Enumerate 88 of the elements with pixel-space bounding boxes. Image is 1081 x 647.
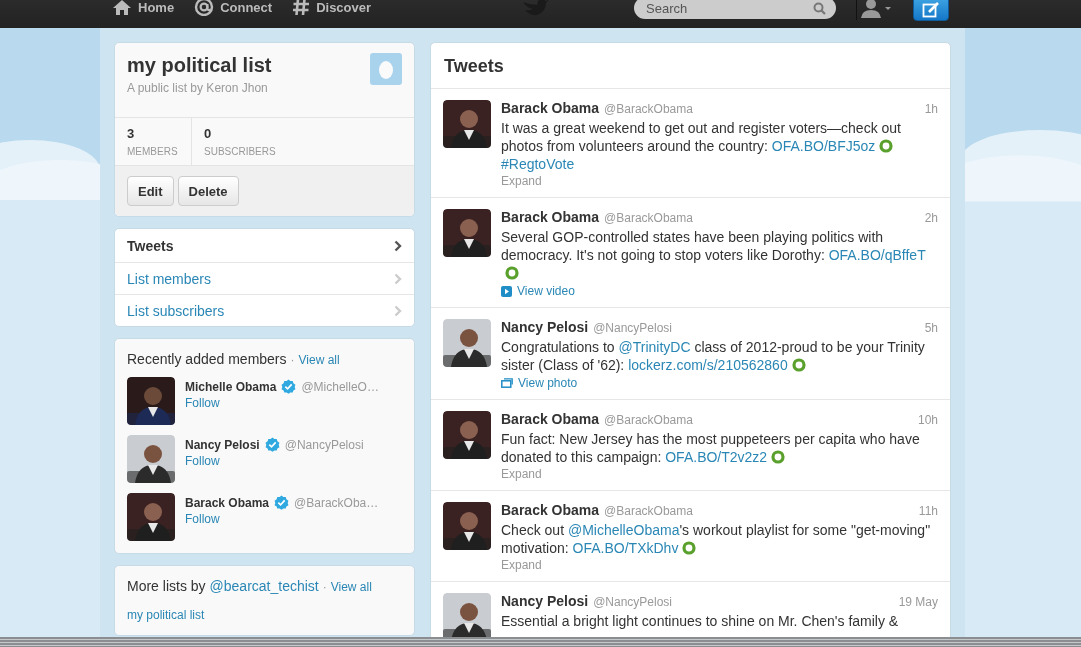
- follow-link[interactable]: Follow: [185, 454, 364, 468]
- author-name[interactable]: Nancy Pelosi: [501, 319, 589, 335]
- expand-link[interactable]: Expand: [501, 558, 938, 572]
- member-handle: @BarackOba…: [294, 495, 379, 510]
- tweet-link[interactable]: OFA.BO/BFJ5oz: [771, 138, 876, 154]
- view-video-link[interactable]: View video: [501, 284, 575, 298]
- chevron-icon: [394, 272, 402, 285]
- separator-dot: ·: [290, 353, 295, 367]
- list-link[interactable]: my political list: [127, 608, 205, 622]
- tweet-link[interactable]: OFA.BO/qBffeT: [828, 247, 926, 263]
- sidebar-item[interactable]: List subscribers: [115, 294, 414, 326]
- tweet-link[interactable]: lockerz.com/s/210562860: [628, 357, 788, 373]
- stat-count[interactable]: 0: [204, 126, 276, 142]
- tweet-text: Fun fact: New Jersey has the most puppeteers per capita who have donated to this campaign: OFA.BO/T2v2z2: [501, 430, 921, 466]
- tweet-link[interactable]: @TrinityDC: [618, 339, 691, 355]
- follow-link[interactable]: Follow: [185, 396, 379, 410]
- search-icon: [813, 2, 827, 15]
- media-ring-icon: [771, 450, 786, 464]
- tweet-text: Several GOP-controlled states have been playing politics with democracy. It's not going to stop voters like Dorothy: OFA.BO/qBffeT: [501, 228, 938, 282]
- member-name[interactable]: Nancy Pelosi: [185, 437, 260, 452]
- tweet-time[interactable]: 11h: [918, 503, 938, 519]
- media-ring-icon: [505, 266, 519, 280]
- member-handle: @MichelleO…: [301, 379, 379, 394]
- stat-label[interactable]: MEMBERS: [127, 146, 179, 157]
- author-handle: @BarackObama: [604, 101, 693, 117]
- media-ring-icon: [879, 139, 894, 153]
- view-all-link[interactable]: View all: [298, 353, 340, 367]
- author-name[interactable]: Nancy Pelosi: [501, 593, 589, 609]
- tweet-link[interactable]: OFA.BO/TXkDhv: [572, 540, 679, 556]
- sidebar-item[interactable]: List members: [115, 262, 414, 294]
- author-handle: @BarackObama: [604, 210, 693, 226]
- nav-link[interactable]: Discover: [292, 0, 372, 15]
- photo-icon: [501, 378, 513, 388]
- play-icon: [501, 285, 512, 297]
- author-handle: @NancyPelosi: [593, 320, 673, 336]
- author-name[interactable]: Barack Obama: [501, 209, 600, 225]
- stat-label[interactable]: SUBSCRIBERS: [204, 146, 276, 157]
- tweet-time[interactable]: 1h: [924, 101, 938, 117]
- compose-button[interactable]: [913, 0, 949, 21]
- media-ring-icon: [791, 358, 806, 372]
- view-photo-link[interactable]: View photo: [501, 376, 578, 390]
- author-handle: @NancyPelosi: [593, 594, 673, 610]
- hash-icon: [292, 0, 311, 16]
- list-subtitle: A public list by Keron Jhon: [127, 81, 269, 95]
- nav-link[interactable]: Home: [112, 0, 175, 15]
- list-action-button[interactable]: Delete: [177, 176, 239, 206]
- author-name[interactable]: Barack Obama: [501, 411, 600, 427]
- nav-link[interactable]: Connect: [194, 0, 273, 15]
- chevron-icon: [394, 304, 402, 317]
- media-ring-icon: [682, 541, 697, 555]
- tweet-time[interactable]: 5h: [924, 320, 938, 336]
- author-handle: @BarackObama: [604, 503, 693, 519]
- author-name[interactable]: Barack Obama: [501, 100, 600, 116]
- separator-dot: ·: [322, 580, 327, 594]
- member-name[interactable]: Michelle Obama: [185, 379, 277, 394]
- tweet-text: Check out @MichelleObama's workout playlist for some "get-moving" motivation: OFA.BO/TXkDhv: [501, 521, 932, 557]
- expand-link[interactable]: Expand: [501, 174, 938, 188]
- member-name[interactable]: Barack Obama: [185, 495, 270, 510]
- user-link[interactable]: @bearcat_techist: [209, 578, 319, 594]
- section-title: Recently added members: [127, 351, 287, 367]
- chevron-icon: [394, 239, 402, 252]
- tweet-time[interactable]: 10h: [917, 412, 938, 428]
- tweet-link[interactable]: OFA.BO/T2v2z2: [665, 449, 768, 465]
- author-handle: @BarackObama: [604, 412, 693, 428]
- tweet-link[interactable]: #RegtoVote: [501, 156, 575, 172]
- stat-count[interactable]: 3: [127, 126, 179, 142]
- tweets-heading: Tweets: [431, 43, 950, 89]
- at-sign-icon: [194, 0, 215, 16]
- member-handle: @NancyPelosi: [284, 437, 364, 452]
- follow-link[interactable]: Follow: [185, 512, 379, 526]
- author-name[interactable]: Barack Obama: [501, 502, 600, 518]
- tweet-time[interactable]: 19 May: [898, 594, 938, 610]
- compose-icon: [922, 2, 940, 18]
- tweet-text: Congratulations to @TrinityDC class of 2012-proud to be your Trinity sister (Class of '62): lockerz.com/s/210562860: [501, 338, 926, 374]
- expand-link[interactable]: Expand: [501, 467, 938, 481]
- search-field[interactable]: Search: [634, 0, 837, 19]
- section-title: More lists by: [127, 578, 206, 594]
- list-action-button[interactable]: Edit: [127, 176, 174, 206]
- user-menu-icon[interactable]: [856, 0, 893, 20]
- tweet-link[interactable]: @MichelleObama: [567, 522, 680, 538]
- tweet-text: Essential a bright light continues to shine on Mr. Chen's family &: [501, 612, 900, 630]
- home-icon: [112, 0, 132, 15]
- list-title: my political list: [127, 53, 272, 77]
- sidebar-item[interactable]: Tweets: [115, 229, 414, 262]
- view-all-link[interactable]: View all: [330, 580, 372, 594]
- tweet-text: It was a great weekend to get out and register voters—check out photos from volunteers around the country: OFA.BO/BFJ5oz #RegtoVote: [501, 119, 902, 173]
- tweet-time[interactable]: 2h: [924, 210, 938, 226]
- egg-icon: [370, 53, 402, 85]
